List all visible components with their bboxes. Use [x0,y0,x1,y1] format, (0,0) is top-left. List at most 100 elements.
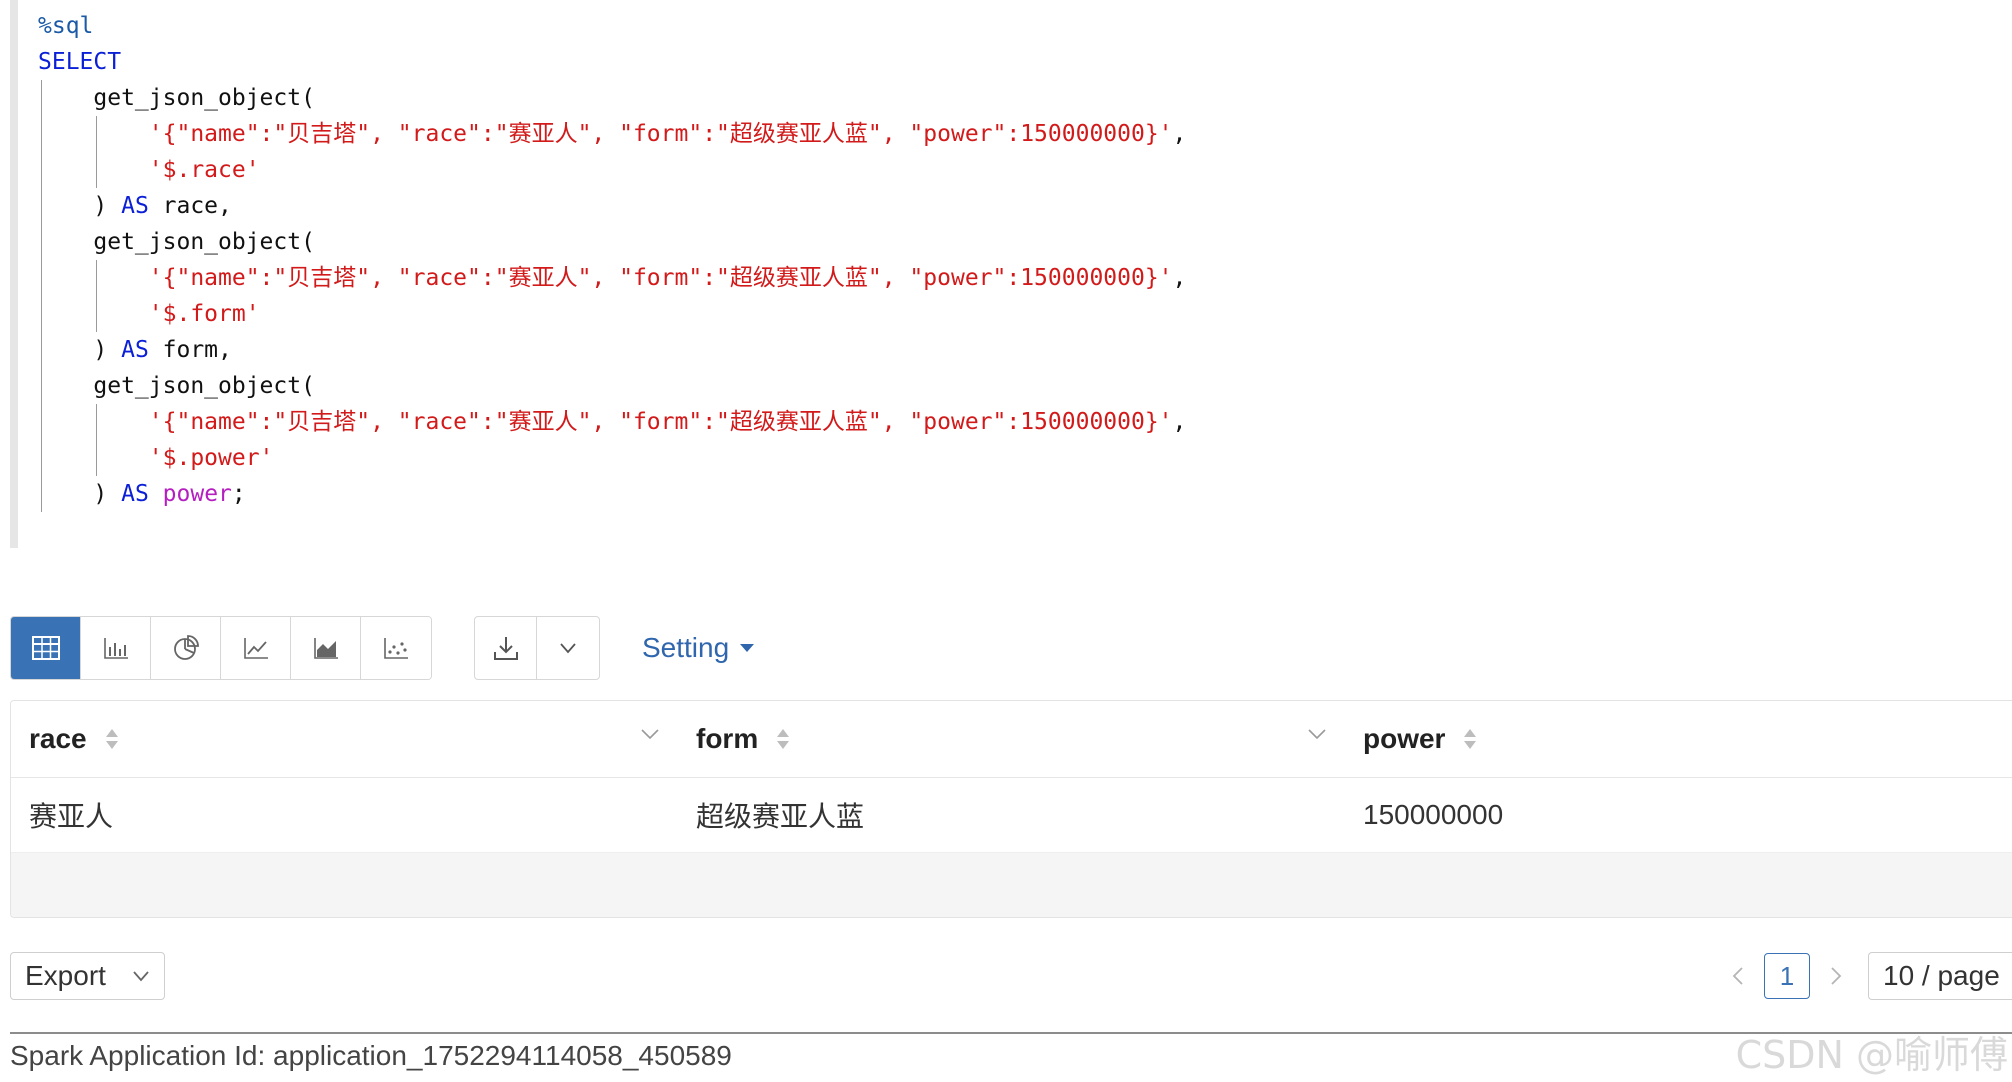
code-token: %sql [38,13,94,39]
indent-guide [96,404,98,476]
code-line: '$.form' [38,296,1186,332]
code-editor[interactable]: %sql SELECT get_json_object( '{"name":"贝吉… [10,0,2012,548]
setting-dropdown[interactable]: Setting [642,632,755,664]
scatter-chart-button[interactable] [361,617,431,679]
page-size-select[interactable]: 10 / page [1868,952,2012,1000]
indent-guide [40,80,42,512]
code-line: %sql [38,8,1186,44]
line-chart-icon [243,638,268,659]
code-line: ) AS form, [38,332,1186,368]
bar-chart-button[interactable] [81,617,151,679]
code-line: '$.power' [38,440,1186,476]
code-token: SELECT [38,49,122,75]
column-menu-icon[interactable] [640,727,660,745]
chevron-right-icon [1831,967,1842,985]
code-line: get_json_object( [38,80,1186,116]
spark-application-id: Spark Application Id: application_175229… [10,1040,732,1071]
code-token: get_json_object( [38,373,315,399]
prev-page-button[interactable] [1720,966,1756,986]
sort-icon[interactable] [1463,728,1477,750]
scatter-chart-icon [384,638,408,659]
pie-chart-icon [173,635,199,660]
indent-guide [96,260,98,332]
column-menu-icon[interactable] [1307,727,1327,745]
line-chart-button[interactable] [221,617,291,679]
export-dropdown[interactable]: Export [10,952,165,1000]
setting-label: Setting [642,632,730,663]
code-token: get_json_object( [38,85,315,111]
code-line: '$.race' [38,152,1186,188]
area-chart-button[interactable] [291,617,361,679]
code-token: '{"name":"贝吉塔", "race":"赛亚人", "form":"超级… [148,121,1173,147]
download-button[interactable] [475,617,537,679]
sql-code[interactable]: %sql SELECT get_json_object( '{"name":"贝吉… [38,8,1186,512]
chevron-left-icon [1732,967,1743,985]
code-token: AS [121,337,149,363]
bar-chart-icon [103,638,128,659]
code-token: power [162,481,232,507]
indent-guide [96,116,98,188]
download-options-button[interactable] [537,617,599,679]
table-header: race form power [11,701,2012,778]
code-token: ) [38,481,122,507]
code-line: get_json_object( [38,224,1186,260]
code-token: form, [148,337,232,363]
sort-icon[interactable] [776,728,790,750]
table-icon [31,636,60,660]
code-token: ) [38,193,122,219]
next-page-button[interactable] [1818,966,1854,986]
code-line: '{"name":"贝吉塔", "race":"赛亚人", "form":"超级… [38,404,1187,440]
visualization-switcher [10,616,432,680]
code-line: '{"name":"贝吉塔", "race":"赛亚人", "form":"超级… [38,116,1187,152]
column-label: form [696,723,759,754]
watermark: CSDN @喻师傅 [1735,1033,2008,1077]
result-table: race form power 赛亚人 超级赛亚人蓝 150000000 [10,700,2012,918]
code-token: ; [231,481,246,507]
download-icon [493,637,518,660]
area-chart-icon [313,638,338,659]
table-row[interactable]: 赛亚人 超级赛亚人蓝 150000000 [11,778,2012,853]
sort-icon[interactable] [105,728,119,750]
code-line: '{"name":"贝吉塔", "race":"赛亚人", "form":"超级… [38,260,1187,296]
code-token: , [1172,409,1187,435]
table-cell: 超级赛亚人蓝 [696,801,865,832]
code-token: AS [121,481,149,507]
table-view-button[interactable] [11,617,81,679]
code-token: AS [121,193,149,219]
code-token: '{"name":"贝吉塔", "race":"赛亚人", "form":"超级… [148,265,1173,291]
code-token: '$.form' [148,301,260,327]
column-label: power [1363,723,1446,754]
chevron-down-icon [560,643,576,654]
code-token: , [1172,265,1187,291]
chevron-down-icon [133,971,149,982]
table-cell: 150000000 [1363,799,1504,830]
code-token: '$.race' [148,157,260,183]
code-token: get_json_object( [38,229,315,255]
column-header-form[interactable]: form [678,701,1345,777]
column-header-power[interactable]: power [1345,701,2012,777]
code-token: '$.power' [148,445,274,471]
code-line: SELECT [38,44,1186,80]
column-header-race[interactable]: race [11,701,678,777]
column-label: race [29,723,87,754]
footer-divider [10,1032,2012,1034]
code-line: ) AS race, [38,188,1186,224]
caret-down-icon [740,644,755,652]
pagination: 1 10 / page [1720,952,2012,1000]
result-toolbar: Setting [10,616,755,680]
code-token: ) [38,337,122,363]
table-cell: 赛亚人 [29,801,114,832]
editor-gutter [10,0,18,548]
code-token: '{"name":"贝吉塔", "race":"赛亚人", "form":"超级… [148,409,1173,435]
download-group [474,616,600,680]
page-number-current[interactable]: 1 [1764,953,1810,999]
code-line: get_json_object( [38,368,1186,404]
pie-chart-button[interactable] [151,617,221,679]
code-token: , [1172,121,1187,147]
